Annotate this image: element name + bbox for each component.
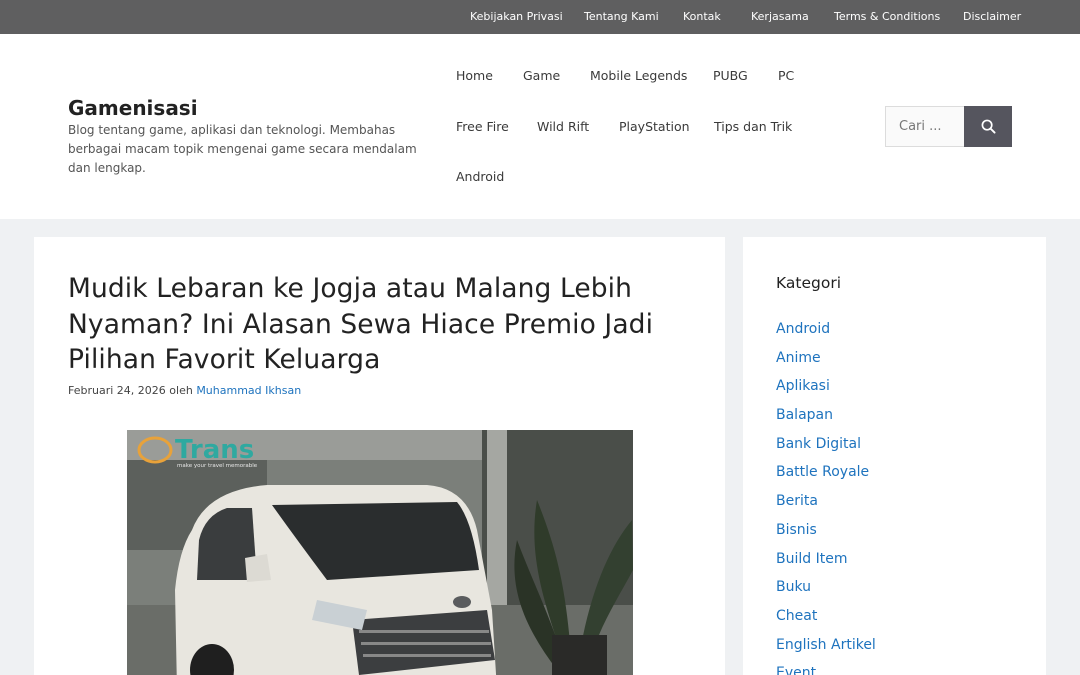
article-author-link[interactable]: Muhammad Ikhsan <box>196 384 301 397</box>
widget-title-kategori: Kategori <box>776 274 842 292</box>
site-header: Gamenisasi Blog tentang game, aplikasi d… <box>0 34 1080 219</box>
search-input[interactable]: Cari ... <box>885 106 965 147</box>
category-link-event[interactable]: Event <box>776 665 876 675</box>
logo-subtext: make your travel memorable <box>177 463 258 469</box>
category-link-aplikasi[interactable]: Aplikasi <box>776 378 876 407</box>
nav-item-android[interactable]: Android <box>456 167 504 187</box>
van-photo: Trans make your travel memorable <box>127 430 633 675</box>
site-tagline: Blog tentang game, aplikasi dan teknolog… <box>68 123 417 175</box>
category-link-bisnis[interactable]: Bisnis <box>776 522 876 551</box>
category-link-build-item[interactable]: Build Item <box>776 551 876 580</box>
category-link-english-artikel[interactable]: English Artikel <box>776 637 876 666</box>
category-link-bank-digital[interactable]: Bank Digital <box>776 436 876 465</box>
category-link-android[interactable]: Android <box>776 321 876 350</box>
search-button[interactable] <box>964 106 1012 147</box>
topbar-link-tentang-kami[interactable]: Tentang Kami <box>584 0 659 34</box>
article-by-label: oleh <box>169 384 193 397</box>
category-link-berita[interactable]: Berita <box>776 493 876 522</box>
topbar-link-disclaimer[interactable]: Disclaimer <box>963 0 1021 34</box>
category-link-battle-royale[interactable]: Battle Royale <box>776 464 876 493</box>
topbar-link-terms[interactable]: Terms & Conditions <box>834 0 940 34</box>
nav-item-playstation[interactable]: PlayStation <box>619 117 690 137</box>
nav-item-tips-dan-trik[interactable]: Tips dan Trik <box>714 117 792 137</box>
nav-item-mobile-legends[interactable]: Mobile Legends <box>590 66 687 86</box>
top-bar: Kebijakan Privasi Tentang Kami Kontak Ke… <box>0 0 1080 34</box>
topbar-link-kontak[interactable]: Kontak <box>683 0 721 34</box>
category-link-balapan[interactable]: Balapan <box>776 407 876 436</box>
nav-item-game[interactable]: Game <box>523 66 560 86</box>
topbar-link-kebijakan-privasi[interactable]: Kebijakan Privasi <box>470 0 563 34</box>
category-link-cheat[interactable]: Cheat <box>776 608 876 637</box>
search-icon <box>981 119 996 134</box>
van-shape <box>175 485 497 675</box>
site-title[interactable]: Gamenisasi <box>68 96 198 120</box>
featured-image[interactable]: Trans make your travel memorable <box>127 430 633 675</box>
category-link-anime[interactable]: Anime <box>776 350 876 379</box>
sidebar: Kategori Android Anime Aplikasi Balapan … <box>743 237 1046 675</box>
topbar-link-kerjasama[interactable]: Kerjasama <box>751 0 809 34</box>
logo-text: Trans <box>175 435 254 465</box>
category-list: Android Anime Aplikasi Balapan Bank Digi… <box>776 321 876 675</box>
category-link-buku[interactable]: Buku <box>776 579 876 608</box>
nav-item-free-fire[interactable]: Free Fire <box>456 117 509 137</box>
nav-item-pc[interactable]: PC <box>778 66 794 86</box>
article-meta: Februari 24, 2026 oleh Muhammad Ikhsan <box>68 384 301 397</box>
article-card: Mudik Lebaran ke Jogja atau Malang Lebih… <box>34 237 725 675</box>
nav-item-pubg[interactable]: PUBG <box>713 66 748 86</box>
article-date: Februari 24, 2026 <box>68 384 166 397</box>
article-title[interactable]: Mudik Lebaran ke Jogja atau Malang Lebih… <box>68 271 678 378</box>
nav-item-home[interactable]: Home <box>456 66 493 86</box>
nav-item-wild-rift[interactable]: Wild Rift <box>537 117 589 137</box>
